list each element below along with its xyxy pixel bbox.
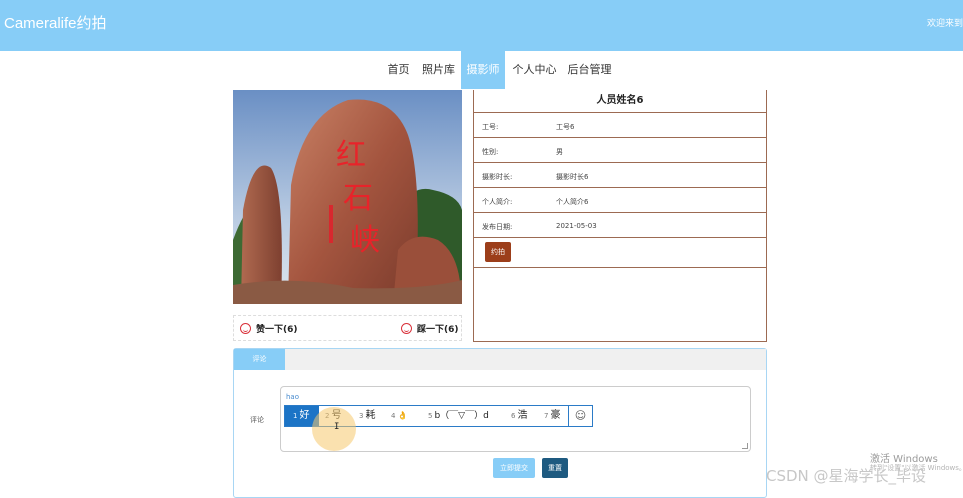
nav-item-home[interactable]: 首页 — [381, 51, 416, 89]
field-label: 个人简介: — [482, 198, 513, 206]
photographer-name: 人员姓名6 — [596, 95, 644, 106]
inscription-char-2: 石 — [343, 181, 373, 216]
field-value: 个人简介6 — [556, 198, 589, 206]
welcome-text: 欢迎来到 — [926, 19, 963, 29]
field-label: 摄影时长: — [482, 173, 513, 181]
comment-panel: 评论 评论 hao 1好 2号 3耗 4👌 5b（￣▽￣）d 6浩 7豪 ☺ I… — [233, 348, 767, 498]
ime-candidate[interactable]: 7豪 — [544, 406, 560, 426]
profile-row: 工号: 工号6 — [474, 112, 766, 137]
profile-row: 个人简介: 个人简介6 — [474, 187, 766, 212]
nav-item-personal-center[interactable]: 个人中心 — [509, 51, 560, 89]
vote-bar: 赞一下(6) 踩一下(6) — [233, 315, 462, 341]
field-value: 男 — [556, 148, 563, 156]
smile-icon — [240, 323, 251, 334]
comment-field-label: 评论 — [250, 416, 264, 424]
submit-button[interactable]: 立即提交 — [493, 458, 535, 478]
text-cursor-icon: I — [334, 422, 340, 432]
profile-row: 摄影时长: 摄影时长6 — [474, 162, 766, 187]
ime-candidate[interactable]: 5 b（￣▽￣）d — [428, 406, 489, 426]
like-label: 赞一下(6) — [256, 325, 298, 335]
site-brand[interactable]: Cameralife约拍 — [4, 12, 107, 33]
tab-comments[interactable]: 评论 — [234, 349, 285, 370]
like-button[interactable]: 赞一下(6) — [240, 322, 298, 335]
resize-handle[interactable] — [742, 443, 748, 449]
typed-text: hao — [286, 393, 300, 401]
book-button[interactable]: 约拍 — [485, 242, 511, 262]
red-rock-image: 红 石 峡 — [233, 90, 462, 304]
field-value: 2021-05-03 — [556, 222, 597, 230]
inscription-char-1: 红 — [336, 138, 366, 173]
dislike-label: 踩一下(6) — [417, 325, 459, 335]
top-header: Cameralife约拍 欢迎来到 — [0, 0, 963, 51]
field-label: 性别: — [482, 148, 499, 156]
dislike-button[interactable]: 踩一下(6) — [401, 322, 459, 335]
ime-candidate[interactable]: 6浩 — [511, 406, 527, 426]
smile-icon — [401, 323, 412, 334]
field-label: 工号: — [482, 123, 499, 131]
comment-tab-strip: 评论 — [234, 349, 766, 370]
profile-row: 发布日期: 2021-05-03 — [474, 212, 766, 237]
reset-button[interactable]: 重置 — [542, 458, 568, 478]
nav-item-admin[interactable]: 后台管理 — [564, 51, 615, 89]
profile-card: 人员姓名6 工号: 工号6 性别: 男 摄影时长: 摄影时长6 个人简介: 个人… — [473, 90, 767, 342]
field-value: 摄影时长6 — [556, 173, 589, 181]
field-value: 工号6 — [556, 123, 575, 131]
inscription-char-3: 峡 — [350, 223, 380, 258]
field-label: 发布日期: — [482, 223, 513, 231]
profile-action-row — [474, 237, 766, 267]
profile-divider — [474, 267, 766, 268]
profile-row: 性别: 男 — [474, 137, 766, 162]
csdn-watermark: CSDN @星海学长_毕设 — [766, 467, 927, 485]
ime-candidate[interactable]: 4 👌 — [391, 406, 407, 426]
nav-item-gallery[interactable]: 照片库 — [418, 51, 459, 89]
emoji-icon[interactable]: ☺ — [568, 406, 592, 426]
ime-candidate[interactable]: 3耗 — [359, 406, 375, 426]
photographer-photo: 红 石 峡 — [233, 90, 462, 304]
main-nav: 首页 照片库 摄影师 个人中心 后台管理 — [0, 51, 963, 89]
nav-item-photographer[interactable]: 摄影师 — [461, 51, 505, 89]
